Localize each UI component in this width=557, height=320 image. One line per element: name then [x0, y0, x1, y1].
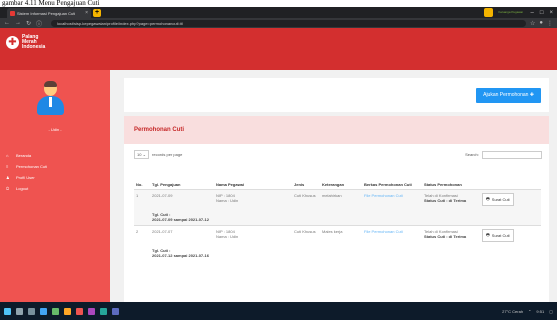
profile-icon[interactable]: [483, 8, 493, 17]
browser-tab[interactable]: Sistem Informasi Pengajuan Cuti ×: [7, 8, 91, 18]
file-permohonan-link[interactable]: File Permohonan Cuti: [362, 225, 422, 245]
col-keterangan[interactable]: Keterangan: [320, 163, 362, 190]
user-icon: ♟: [6, 175, 10, 180]
table-row: 2 2021-07-07 NIP : 1804 Nama : Udin Cuti …: [134, 225, 541, 245]
tab-close-icon[interactable]: ×: [85, 10, 88, 16]
weather-label[interactable]: 27°C Cerah: [502, 309, 523, 314]
sidebar-item-beranda[interactable]: ⌂ Beranda: [0, 150, 110, 161]
records-per-page-label: records per page: [152, 152, 183, 157]
list-icon: ≡: [6, 164, 9, 169]
search-label: Search:: [465, 151, 479, 157]
browser-tab-bar: Sistem Informasi Pengajuan Cuti × + Kelu…: [0, 7, 557, 18]
edge-icon[interactable]: [40, 307, 47, 315]
table-row: 1 2021-07-09 NIP : 1804 Nama : Udin Cuti …: [134, 189, 541, 209]
tab-title: Sistem Informasi Pengajuan Cuti: [17, 10, 76, 16]
new-tab-button[interactable]: +: [93, 9, 101, 17]
system-tray: 27°C Cerah ⌃ 9:51 ▢: [502, 309, 553, 314]
col-status[interactable]: Status Permohonan: [422, 163, 480, 190]
card-title: Permohonan Cuti: [124, 116, 549, 144]
main-content: Ajukan Permohonan ✚ Permohonan Cuti 10 ⌄…: [110, 70, 557, 302]
menu-icon[interactable]: ⋮: [547, 20, 553, 27]
action-bar: Ajukan Permohonan ✚: [124, 78, 549, 112]
clock[interactable]: 9:51: [536, 309, 544, 314]
file-permohonan-link[interactable]: File Permohonan Cuti: [362, 189, 422, 209]
sidebar-item-profil-user[interactable]: ♟ Profil User: [0, 172, 110, 183]
app-icon[interactable]: [88, 307, 95, 315]
address-bar: ← → ↻ ⓘ localhost/sisp-kepegawaian/profi…: [0, 18, 557, 28]
url-input[interactable]: localhost/sisp-kepegawaian/profile/index…: [51, 19, 526, 27]
ajukan-permohonan-button[interactable]: Ajukan Permohonan ✚: [476, 88, 541, 103]
info-icon: ⓘ: [36, 21, 43, 28]
favicon-icon: [10, 10, 15, 16]
task-view-icon[interactable]: [28, 307, 35, 315]
col-jenis[interactable]: Jenis: [292, 163, 320, 190]
figure-caption: gambar 4.11 Menu Pengajuan Cuti: [0, 0, 557, 7]
permohonan-table: No. Tgl. Pengajuan Nama Pegawai Jenis Ke…: [134, 163, 541, 261]
surat-cuti-button[interactable]: 🖶 Surat Cuti: [482, 228, 514, 242]
search-input[interactable]: [482, 150, 542, 159]
col-tgl-pengajuan[interactable]: Tgl. Pengajuan: [150, 163, 214, 190]
sidebar-item-permohonan-cuti[interactable]: ≡ Permohonan Cuti: [0, 161, 110, 172]
app-header: ✚ Palang Merah Indonesia: [0, 28, 557, 70]
extensions: ☆ ● ⋮: [530, 20, 553, 27]
col-nama-pegawai[interactable]: Nama Pegawai: [214, 163, 292, 190]
print-icon: 🖶: [486, 195, 490, 201]
table-row-detail: Tgl. Cuti :2021-07-09 sampai 2021-07-12: [134, 208, 541, 226]
wifi-icon[interactable]: ⌃: [528, 309, 531, 314]
app-icon[interactable]: [100, 307, 107, 315]
col-no[interactable]: No.: [134, 163, 150, 190]
red-cross-logo-icon: ✚: [6, 36, 19, 49]
sidebar-menu: ⌂ Beranda ≡ Permohonan Cuti ♟ Profil Use…: [0, 150, 110, 194]
permohonan-card: Permohonan Cuti 10 ⌄ records per page Se…: [124, 116, 549, 302]
chrome-icon[interactable]: [52, 307, 59, 315]
reload-icon[interactable]: ↻: [26, 20, 31, 27]
notification-icon[interactable]: ▢: [549, 309, 553, 314]
table-controls: 10 ⌄ records per page Search:: [124, 144, 549, 159]
maximize-icon[interactable]: □: [540, 10, 544, 16]
search-icon[interactable]: [16, 307, 23, 315]
logout-icon: ⏻: [6, 186, 10, 191]
records-per-page-select[interactable]: 10 ⌄: [134, 150, 149, 159]
profile-label: Keluarga Pegawai: [498, 10, 523, 14]
col-berkas[interactable]: Berkas Permohonan Cuti: [362, 163, 422, 190]
sidebar-username: - Udin -: [48, 127, 62, 132]
avatar: [37, 81, 64, 115]
forward-icon[interactable]: →: [15, 20, 21, 26]
brand-name: Palang Merah Indonesia: [22, 34, 46, 50]
table-row-detail: Tgl. Cuti :2021-07-12 sampai 2021-07-16: [152, 247, 209, 258]
print-icon: 🖶: [486, 231, 490, 237]
close-window-icon[interactable]: ×: [549, 10, 553, 16]
surat-cuti-button[interactable]: 🖶 Surat Cuti: [482, 192, 514, 206]
app-icon[interactable]: [76, 307, 83, 315]
home-icon: ⌂: [6, 153, 9, 158]
extension-icon[interactable]: ●: [539, 20, 543, 27]
windows-taskbar: 27°C Cerah ⌃ 9:51 ▢: [0, 302, 557, 320]
window-controls: Keluarga Pegawai – □ ×: [483, 8, 553, 17]
start-icon[interactable]: [4, 307, 11, 315]
sidebar-item-logout[interactable]: ⏻ Logout: [0, 183, 110, 194]
back-icon[interactable]: ←: [4, 20, 10, 26]
explorer-icon[interactable]: [64, 307, 71, 315]
minimize-icon[interactable]: –: [531, 10, 534, 16]
app-icon[interactable]: [112, 307, 119, 315]
bookmark-icon[interactable]: ☆: [530, 20, 535, 27]
col-aksi: [480, 163, 541, 190]
sidebar: - Udin - ⌂ Beranda ≡ Permohonan Cuti ♟ P…: [0, 70, 110, 302]
